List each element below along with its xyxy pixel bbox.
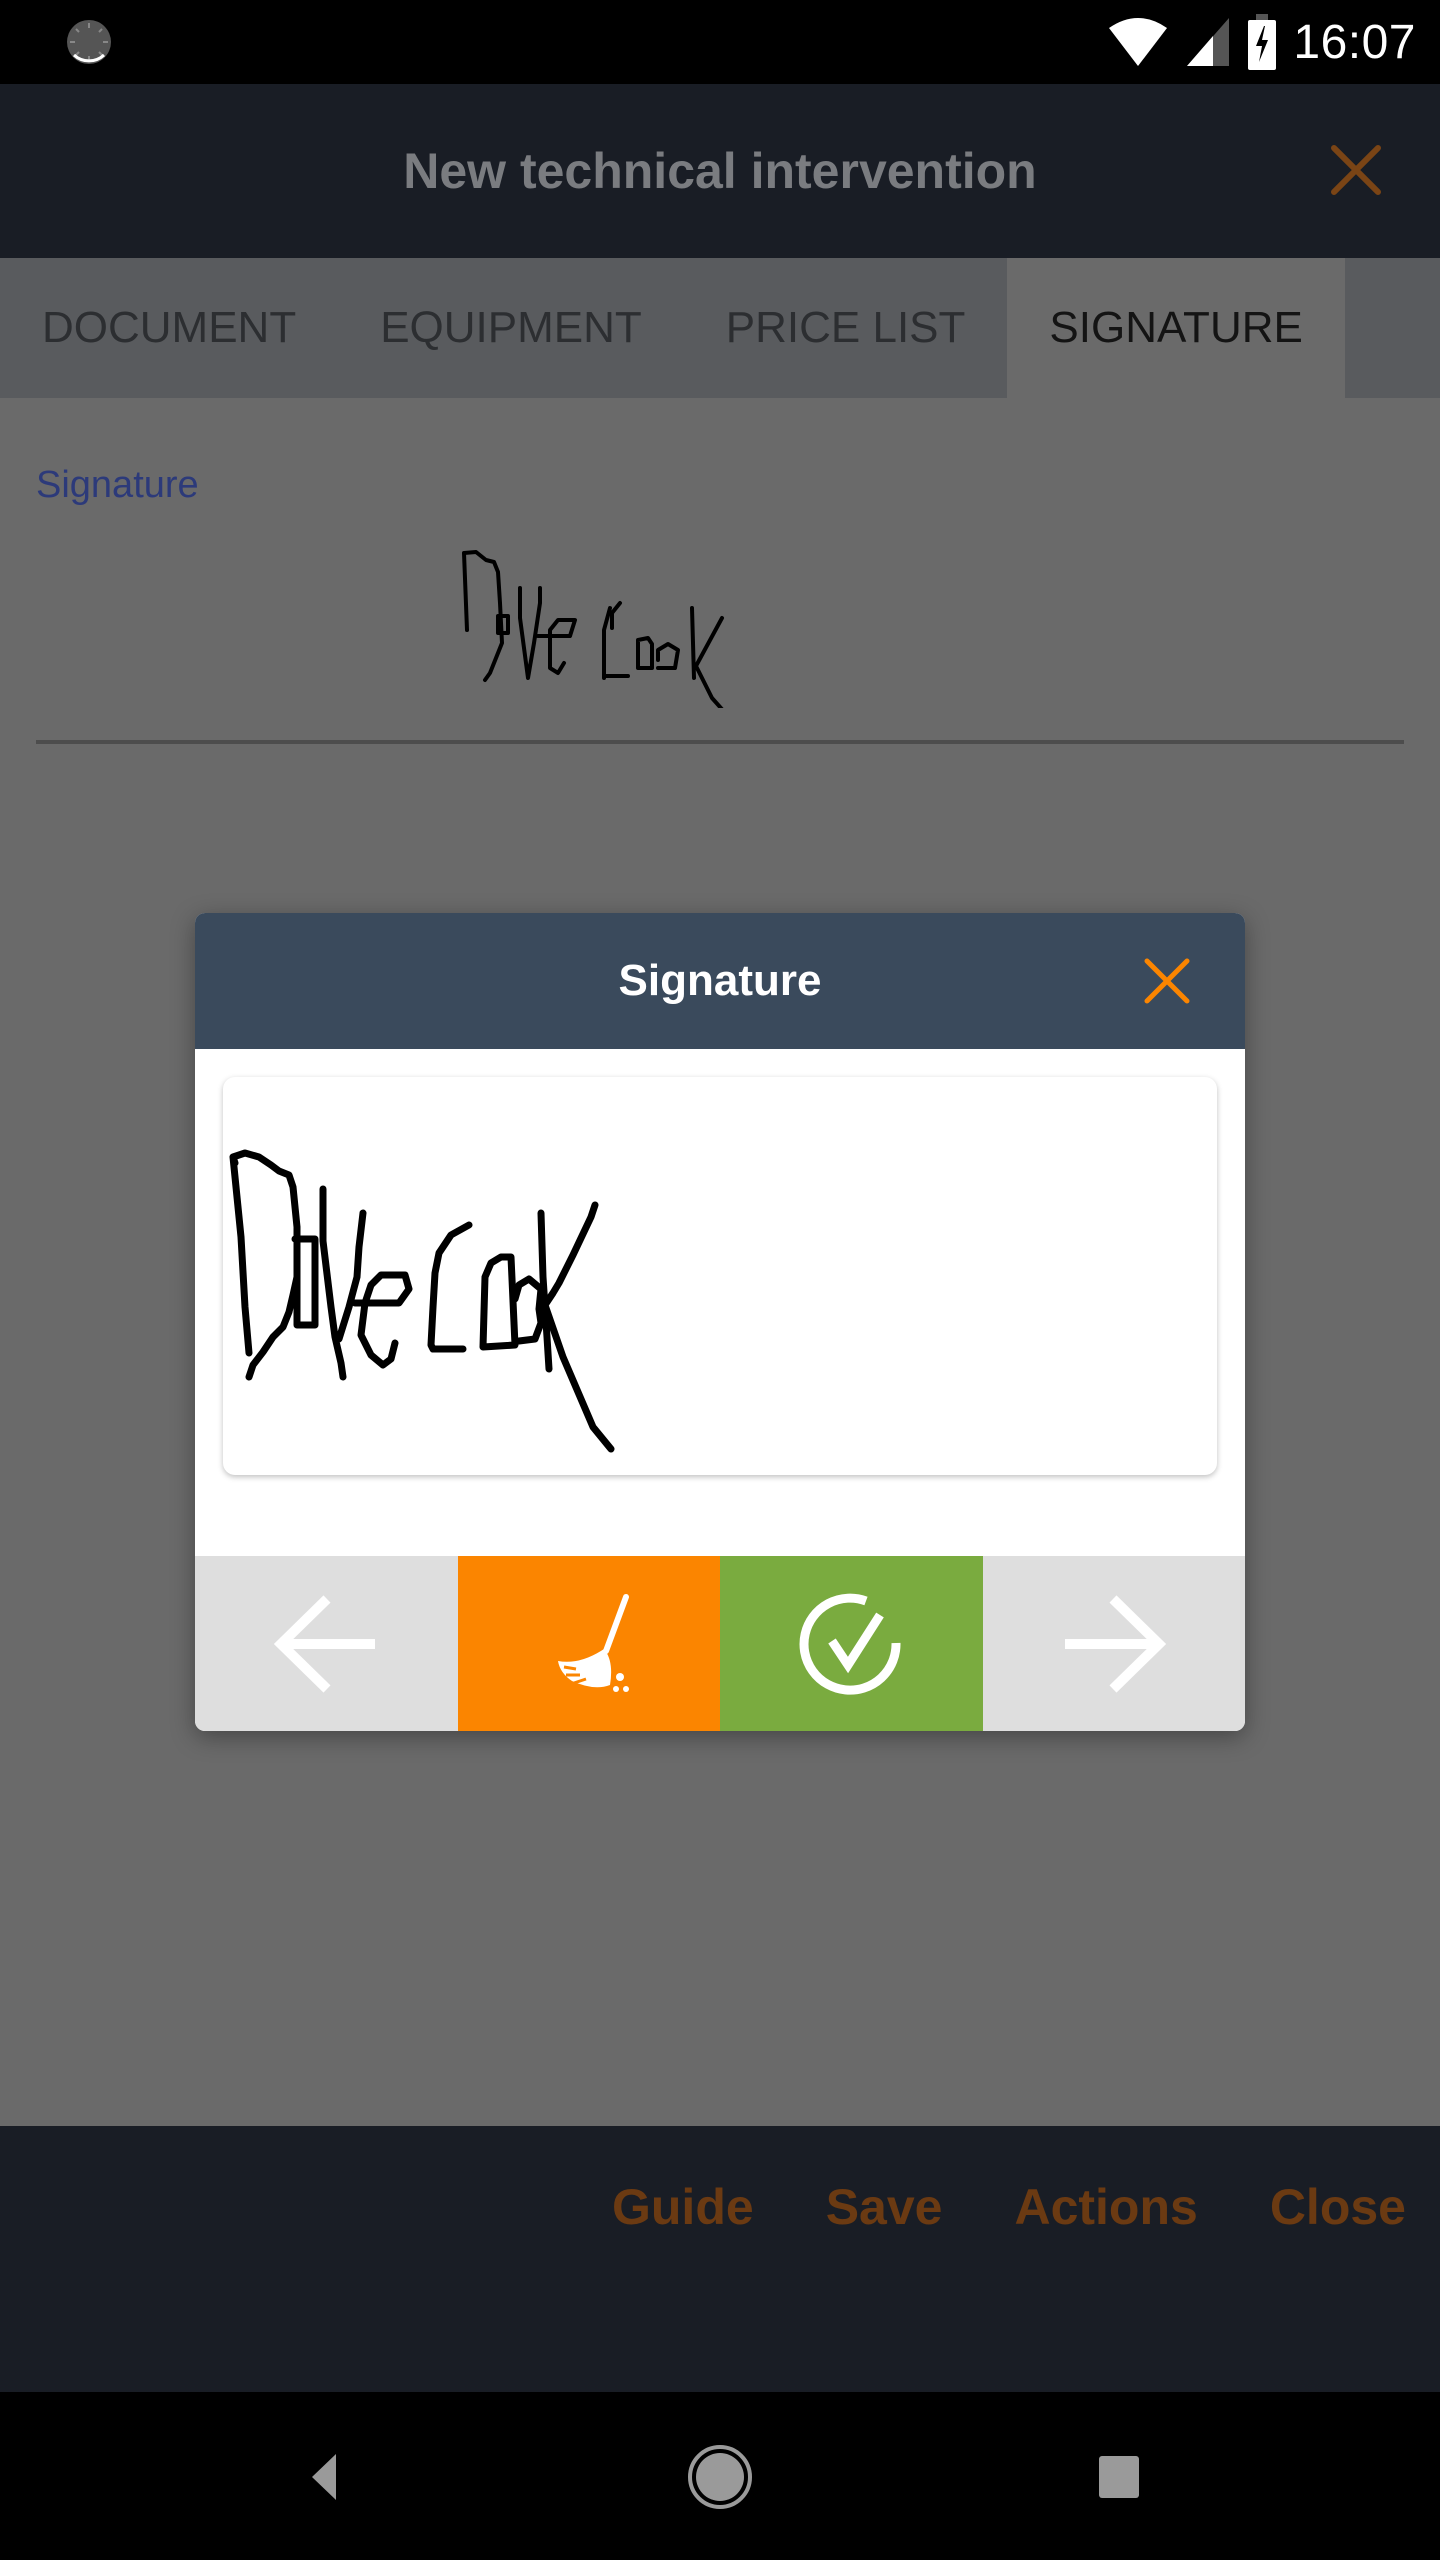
close-icon[interactable] xyxy=(1141,955,1193,1007)
signature-field-underline xyxy=(36,740,1404,744)
check-circle-icon xyxy=(799,1593,901,1695)
signature-canvas[interactable] xyxy=(223,1077,1217,1475)
signature-drawing xyxy=(229,1149,615,1453)
previous-button[interactable] xyxy=(195,1556,458,1731)
dialog-actions xyxy=(195,1556,1245,1731)
battery-charging-icon xyxy=(1248,14,1277,70)
dialog-title: Signature xyxy=(618,956,822,1005)
broom-icon xyxy=(557,1593,629,1692)
clear-signature-button[interactable] xyxy=(457,1556,720,1731)
signature-field-label: Signature xyxy=(36,464,199,506)
bottom-actions: Guide Save Actions Close xyxy=(612,2178,1406,2236)
signature-dialog: Signature xyxy=(195,913,1245,1731)
close-button[interactable]: Close xyxy=(1270,2178,1406,2236)
app-screen: New technical intervention DOCUMENT EQUI… xyxy=(0,84,1440,2476)
guide-button[interactable]: Guide xyxy=(612,2178,754,2236)
dialog-header: Signature xyxy=(195,913,1245,1049)
system-icons: 16:07 xyxy=(1107,12,1416,72)
page-title: New technical intervention xyxy=(403,143,1037,199)
tab-equipment[interactable]: EQUIPMENT xyxy=(338,258,684,398)
top-app-bar: New technical intervention xyxy=(0,84,1440,258)
cellular-signal-icon xyxy=(1187,18,1230,66)
tab-bar: DOCUMENT EQUIPMENT PRICE LIST SIGNATURE xyxy=(0,258,1440,398)
actions-button[interactable]: Actions xyxy=(1014,2178,1197,2236)
close-icon[interactable] xyxy=(1328,142,1384,198)
arrow-right-icon xyxy=(1064,1594,1166,1693)
recents-icon[interactable] xyxy=(1074,2432,1164,2522)
wifi-icon xyxy=(1109,18,1168,66)
back-icon[interactable] xyxy=(276,2432,366,2522)
tab-signature[interactable]: SIGNATURE xyxy=(1007,258,1345,398)
tab-price-list[interactable]: PRICE LIST xyxy=(684,258,1008,398)
status-bar: 16:07 xyxy=(0,0,1440,84)
arrow-left-icon xyxy=(274,1594,376,1693)
signature-preview[interactable] xyxy=(460,548,880,708)
clock: 16:07 xyxy=(1293,15,1416,69)
loading-spinner-icon xyxy=(67,20,111,64)
system-nav-bar xyxy=(0,2392,1440,2560)
save-button[interactable]: Save xyxy=(826,2178,943,2236)
tab-document[interactable]: DOCUMENT xyxy=(0,258,338,398)
next-button[interactable] xyxy=(982,1556,1245,1731)
confirm-signature-button[interactable] xyxy=(720,1556,983,1731)
home-icon[interactable] xyxy=(675,2432,765,2522)
